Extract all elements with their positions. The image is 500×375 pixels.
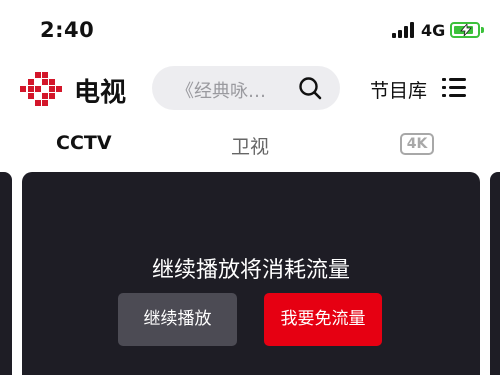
program-library-link[interactable]: 节目库 (370, 76, 427, 103)
status-bar: 2:40 4G (0, 0, 500, 62)
continue-play-button[interactable]: 继续播放 (118, 293, 237, 346)
cctv-logo-icon[interactable] (20, 72, 62, 106)
page-title: 电视 (74, 78, 127, 108)
network-type: 4G (421, 21, 446, 40)
app-header: 电视 《经典咏… 节目库 (0, 62, 500, 118)
video-player: 继续播放将消耗流量 继续播放 我要免流量 (22, 172, 480, 375)
battery-cap (481, 27, 484, 33)
tab-cctv[interactable]: CCTV (56, 132, 112, 154)
previous-card-peek[interactable] (0, 172, 12, 375)
search-icon[interactable] (298, 76, 322, 100)
battery-icon (450, 22, 480, 38)
signal-strength-icon (392, 22, 416, 38)
tab-satellite[interactable]: 卫视 (231, 132, 269, 159)
tab-4k[interactable]: 4K (400, 133, 434, 155)
list-icon[interactable] (442, 77, 466, 99)
status-time: 2:40 (40, 18, 95, 42)
charging-bolt-icon (460, 24, 472, 36)
next-card-peek[interactable] (490, 172, 500, 375)
free-data-button[interactable]: 我要免流量 (264, 293, 382, 346)
search-placeholder: 《经典咏… (176, 81, 266, 102)
channel-tabs: CCTV 卫视 4K (0, 126, 500, 166)
data-usage-warning: 继续播放将消耗流量 (151, 258, 350, 283)
